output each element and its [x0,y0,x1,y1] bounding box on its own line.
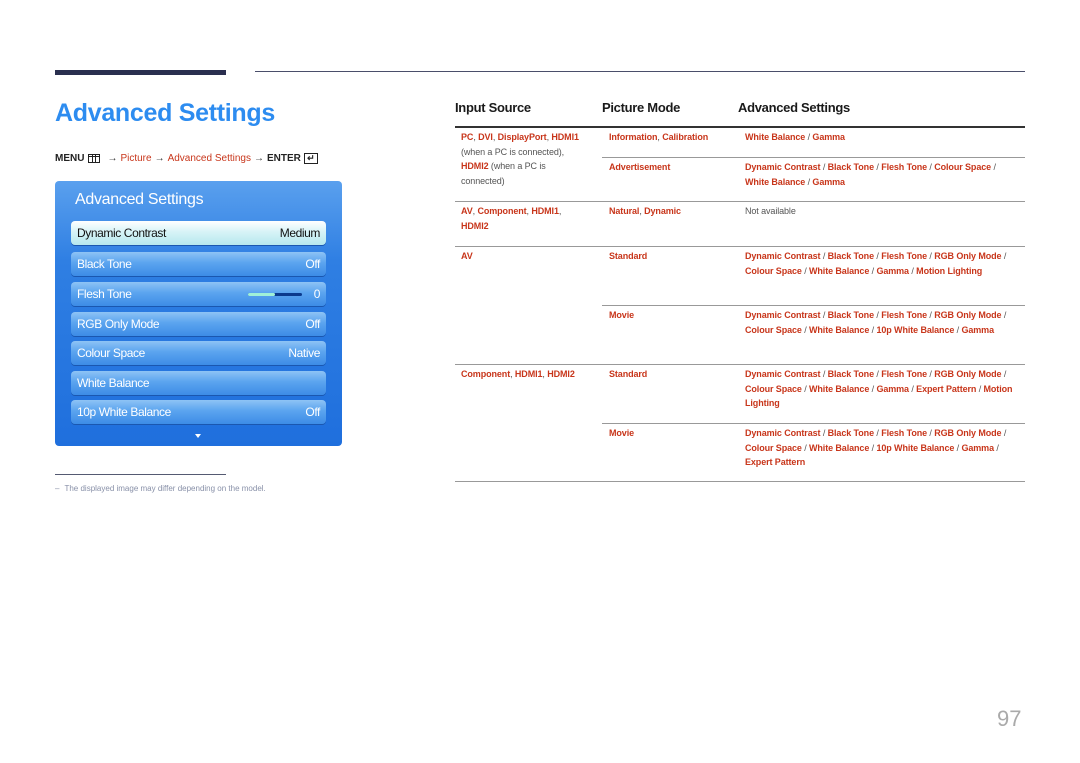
table-cell-settings: White Balance / Gamma [745,132,845,142]
osd-item-colour-space[interactable]: Colour Space Native [71,341,326,365]
footnote-rule [55,474,226,475]
osd-menu-screenshot: Advanced Settings Dynamic Contrast Mediu… [55,181,342,446]
row-divider [602,423,1025,424]
table-cell-settings: Dynamic Contrast / Black Tone / Flesh To… [745,369,1013,408]
table-cell-settings: Dynamic Contrast / Black Tone / Flesh To… [745,251,1007,276]
arrow-icon: → [253,153,264,164]
osd-item-rgb-only-mode[interactable]: RGB Only Mode Off [71,312,326,336]
header-advanced-settings: Advanced Settings [738,100,850,115]
row-divider [602,305,1025,306]
osd-item-white-balance[interactable]: White Balance [71,371,326,395]
table-cell-source: Component, HDMI1, HDMI2 [461,369,575,379]
osd-item-value: Native [288,346,320,360]
osd-item-label: White Balance [77,376,150,390]
header-rule [455,126,1025,128]
header-rule [255,71,1025,72]
header-picture-mode: Picture Mode [602,100,681,115]
down-arrow-icon[interactable] [195,434,201,438]
osd-item-label: 10p White Balance [77,405,171,419]
osd-item-label: RGB Only Mode [77,317,160,331]
table-cell-source: AV [461,251,473,261]
table-cell-source: AV, Component, HDMI1, HDMI2 [461,206,562,231]
arrow-icon: → [107,153,118,164]
row-divider [602,157,1025,158]
osd-item-dynamic-contrast[interactable]: Dynamic Contrast Medium [71,221,326,245]
table-cell-source: PC, DVI, DisplayPort, HDMI1 (when a PC i… [461,132,579,186]
table-cell-mode: Movie [609,310,635,320]
table-bottom-rule [455,481,1025,482]
header-bar-accent [55,70,226,75]
slider-fill [247,292,275,296]
footnote-dash: – [55,484,60,493]
osd-title: Advanced Settings [75,191,204,208]
osd-item-10p-white-balance[interactable]: 10p White Balance Off [71,400,326,424]
footnote: – The displayed image may differ dependin… [55,484,266,493]
table-cell-mode: Advertisement [609,162,671,172]
slider-track[interactable] [247,292,302,296]
osd-item-value: Off [305,405,320,419]
table-cell-settings: Dynamic Contrast / Black Tone / Flesh To… [745,310,1007,335]
page-title: Advanced Settings [55,99,275,127]
footnote-text: The displayed image may differ depending… [64,484,266,493]
osd-item-value: Medium [279,226,321,240]
table-cell-mode: Standard [609,369,648,379]
osd-item-value: Off [305,317,320,331]
osd-item-label: Black Tone [77,257,132,271]
osd-item-label: Dynamic Contrast [77,226,166,240]
osd-item-label: Flesh Tone [77,287,132,301]
breadcrumb-menu: MENU [55,153,85,164]
row-divider [455,246,1025,247]
menu-icon [88,154,101,163]
osd-item-value: Off [305,257,320,271]
osd-item-flesh-tone[interactable]: Flesh Tone 0 [71,282,326,306]
breadcrumb: MENU → Picture → Advanced Settings → ENT… [55,153,318,164]
table-cell-settings: Dynamic Contrast / Black Tone / Flesh To… [745,428,1007,467]
header-input-source: Input Source [455,100,531,115]
breadcrumb-picture[interactable]: Picture [120,153,151,164]
enter-icon: ↵ [303,153,318,164]
row-divider [455,201,1025,202]
page-number: 97 [997,706,1022,731]
osd-item-label: Colour Space [77,346,145,360]
arrow-icon: → [154,153,165,164]
row-divider [455,364,1025,365]
breadcrumb-enter: ENTER [266,153,301,164]
table-cell-mode: Movie [609,428,635,438]
table-cell-mode: Natural, Dynamic [609,206,681,216]
flesh-tone-slider[interactable]: 0 [247,287,321,301]
osd-item-black-tone[interactable]: Black Tone Off [71,252,326,276]
breadcrumb-advanced-settings[interactable]: Advanced Settings [168,153,251,164]
table-cell-mode: Standard [609,251,648,261]
table-cell-settings: Not available [745,206,796,216]
table-cell-mode: Information, Calibration [609,132,709,142]
osd-item-value: 0 [313,287,321,301]
table-cell-settings: Dynamic Contrast / Black Tone / Flesh To… [745,162,996,187]
